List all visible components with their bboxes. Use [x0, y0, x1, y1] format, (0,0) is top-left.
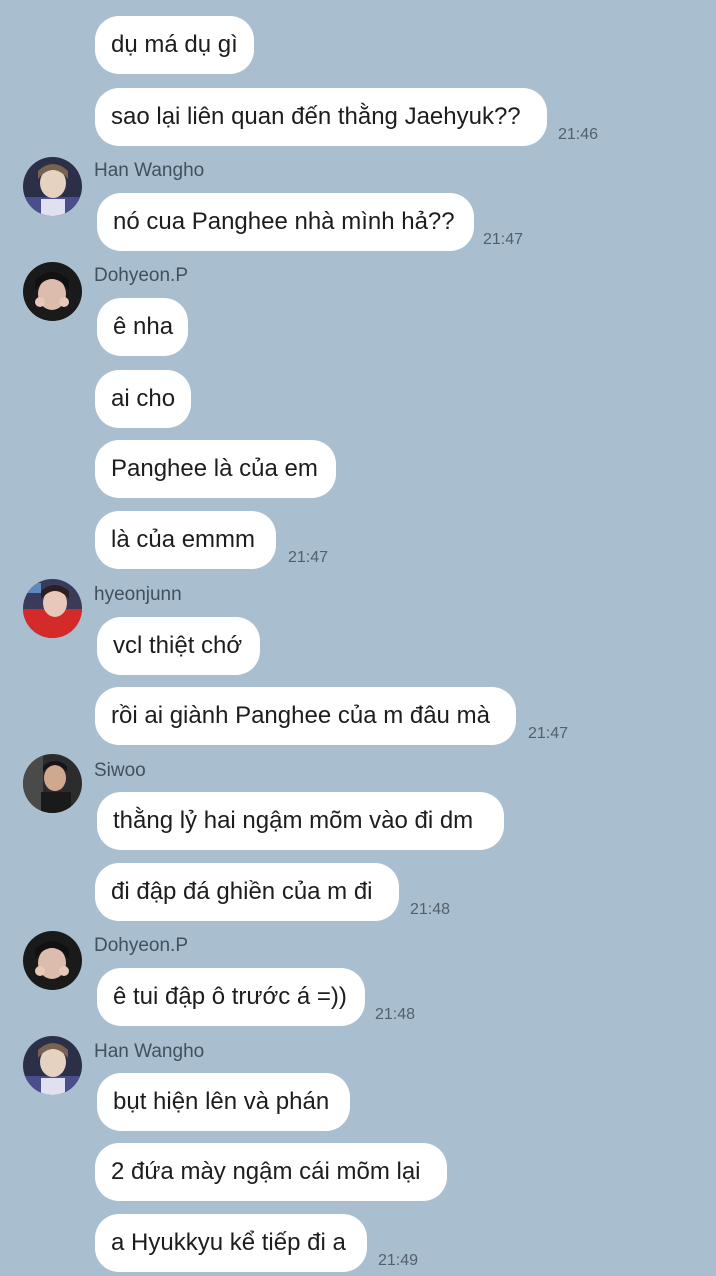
- sender-name: Han Wangho: [94, 160, 205, 181]
- dohyeon-avatar[interactable]: [23, 931, 82, 990]
- message-bubble[interactable]: rồi ai giành Panghee của m đâu mà: [95, 687, 516, 745]
- message-bubble[interactable]: ê tui đập ô trước á =)): [97, 968, 365, 1026]
- message-text: vcl thiệt chớ: [113, 632, 243, 659]
- message-text: ai cho: [111, 385, 176, 412]
- message-time: 21:47: [528, 725, 569, 742]
- sender-name: Siwoo: [94, 760, 146, 781]
- sender-name: Han Wangho: [94, 1041, 205, 1062]
- message-bubble[interactable]: sao lại liên quan đến thằng Jaehyuk??: [95, 88, 547, 146]
- message-bubble[interactable]: là của emmm: [95, 511, 276, 569]
- message-text: thằng lỷ hai ngậm mõm vào đi dm: [113, 807, 474, 834]
- message-bubble[interactable]: 2 đứa mày ngậm cái mõm lại: [95, 1143, 447, 1201]
- message-text: ê tui đập ô trước á =)): [113, 983, 347, 1010]
- message-time: 21:47: [483, 231, 524, 248]
- message-bubble[interactable]: dụ má dụ gì: [95, 16, 254, 74]
- hanwangho-avatar[interactable]: [23, 1036, 82, 1095]
- message-text: ê nha: [113, 313, 174, 340]
- message-text: Panghee là của em: [111, 455, 318, 482]
- sender-name: Dohyeon.P: [94, 265, 189, 286]
- message-bubble[interactable]: ê nha: [97, 298, 188, 356]
- dohyeon-avatar[interactable]: [23, 262, 82, 321]
- siwoo-avatar[interactable]: [23, 754, 82, 813]
- sender-name: Dohyeon.P: [94, 935, 189, 956]
- message-time: 21:48: [375, 1006, 416, 1023]
- sender-name: hyeonjunn: [94, 584, 182, 605]
- message-bubble[interactable]: a Hyukkyu kể tiếp đi a: [95, 1214, 367, 1272]
- message-text: đi đập đá ghiền của m đi: [111, 878, 373, 905]
- message-bubble[interactable]: nó cua Panghee nhà mình hả??: [97, 193, 474, 251]
- message-bubble[interactable]: ai cho: [95, 370, 191, 428]
- message-bubble[interactable]: vcl thiệt chớ: [97, 617, 260, 675]
- message-text: là của emmm: [111, 526, 256, 553]
- message-time: 21:47: [288, 549, 329, 566]
- message-time: 21:49: [378, 1252, 419, 1269]
- message-text: sao lại liên quan đến thằng Jaehyuk??: [111, 103, 521, 130]
- message-time: 21:46: [558, 126, 599, 143]
- message-bubble[interactable]: Panghee là của em: [95, 440, 336, 498]
- hanwangho-avatar[interactable]: [23, 157, 82, 216]
- hyeonjunn-avatar[interactable]: [23, 579, 82, 638]
- message-text: bụt hiện lên và phán: [113, 1088, 330, 1115]
- message-bubble[interactable]: bụt hiện lên và phán: [97, 1073, 350, 1131]
- message-bubble[interactable]: đi đập đá ghiền của m đi: [95, 863, 399, 921]
- message-text: nó cua Panghee nhà mình hả??: [113, 208, 455, 235]
- message-text: rồi ai giành Panghee của m đâu mà: [111, 702, 490, 729]
- message-text: dụ má dụ gì: [111, 31, 238, 58]
- message-time: 21:48: [410, 901, 451, 918]
- message-text: a Hyukkyu kể tiếp đi a: [111, 1229, 346, 1256]
- message-bubble[interactable]: thằng lỷ hai ngậm mõm vào đi dm: [97, 792, 504, 850]
- message-text: 2 đứa mày ngậm cái mõm lại: [111, 1158, 421, 1185]
